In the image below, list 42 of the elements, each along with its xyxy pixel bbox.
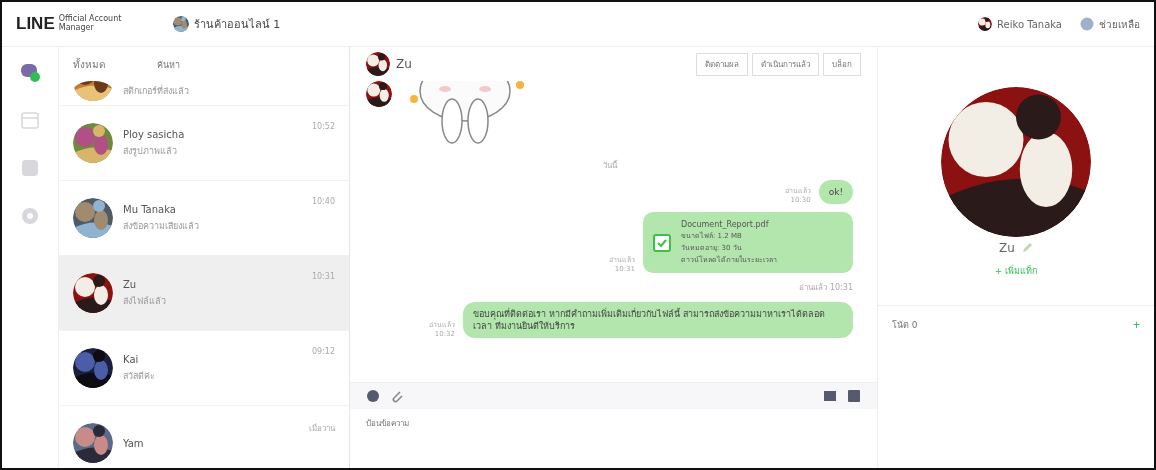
message-time: 10:31 xyxy=(311,272,335,281)
help-link[interactable]: ช่วยเหลือ xyxy=(1099,16,1140,32)
logo: LINE xyxy=(16,14,55,34)
message-time: 10:40 xyxy=(311,197,335,206)
contact-name: Zu xyxy=(123,278,138,290)
message-preview: ส่งไฟล์แล้ว xyxy=(123,294,167,308)
contact-name: Ploy sasicha xyxy=(123,128,186,140)
chat-icon[interactable] xyxy=(19,61,41,83)
user-menu[interactable]: Reiko Tanaka xyxy=(997,18,1062,30)
message-preview: ส่งข้อความเสียงแล้ว xyxy=(123,219,200,233)
logo-subtitle: Official Account Manager xyxy=(58,15,123,33)
filter-dropdown[interactable]: ทั้งหมด xyxy=(73,57,105,72)
header-button[interactable]: ดำเนินการแล้ว xyxy=(752,52,819,76)
notes-label: โน้ต 0 xyxy=(892,319,918,332)
chat-list-item[interactable]: Zu ส่งไฟล์แล้ว 10:31 xyxy=(59,256,349,331)
search-field[interactable]: ค้นหา xyxy=(155,58,229,71)
contact-name: Kai xyxy=(123,353,140,365)
message-time: 10:52 xyxy=(311,122,335,131)
date-label: อ่านแล้ว 10:31 xyxy=(799,282,853,295)
contact-name: Zu xyxy=(999,241,1015,255)
chat-list-item[interactable]: Yam เมื่อวาน xyxy=(59,406,349,468)
message-preview: ส่งรูปภาพแล้ว xyxy=(123,144,178,158)
chat-title: Zu xyxy=(396,57,412,71)
paperclip-icon[interactable] xyxy=(390,389,404,403)
message-bubble: ขอบคุณที่ติดต่อเรา หากมีคำถามเพิ่มเติมเกี่ยวกับไฟล์นี้ สามารถส่งข้อความมาหาเราได้ตลอดเวลา ทีมงานยินดีให้บริการ xyxy=(463,302,853,339)
contact-name: Yam xyxy=(123,437,145,449)
chat-list-item[interactable]: Ploy sasicha ส่งรูปภาพแล้ว 10:52 xyxy=(59,106,349,181)
message-time: 09:12 xyxy=(311,347,335,356)
emoji-icon[interactable] xyxy=(366,389,380,403)
message-preview: สติกเกอร์ที่ส่งแล้ว xyxy=(123,84,190,98)
contact-name: Mu Tanaka xyxy=(123,203,177,215)
date-label: วันนี้ xyxy=(602,159,617,172)
message-time: เมื่อวาน xyxy=(309,422,335,435)
message-bubble: ok! xyxy=(818,180,853,205)
file-name: Document_Report.pdf xyxy=(681,220,770,230)
account-name[interactable]: ร้านค้าออนไลน์ 1 xyxy=(193,15,281,33)
help-icon[interactable] xyxy=(1080,17,1094,31)
header-button[interactable]: บล็อก xyxy=(823,52,861,76)
header-button[interactable]: ติดตามผล xyxy=(696,52,748,76)
checkmark-icon xyxy=(653,233,671,252)
message-preview: สวัสดีค่ะ xyxy=(123,369,156,383)
chat-list-item[interactable]: Kai สวัสดีค่ะ 09:12 xyxy=(59,331,349,406)
